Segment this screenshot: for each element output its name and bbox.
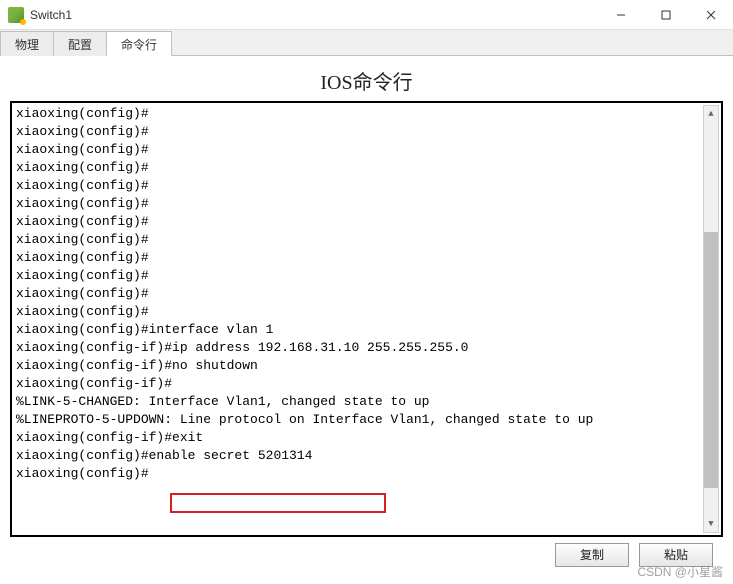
terminal-line: %LINK-5-CHANGED: Interface Vlan1, change… (16, 393, 717, 411)
content-area: IOS命令行 xiaoxing(config)#xiaoxing(config)… (0, 56, 733, 575)
tabs-row: 物理 配置 命令行 (0, 30, 733, 56)
terminal-line: xiaoxing(config)# (16, 177, 717, 195)
tab-config[interactable]: 配置 (53, 31, 107, 56)
terminal-line: xiaoxing(config)#enable secret 5201314 (16, 447, 717, 465)
terminal-title: IOS命令行 (10, 62, 723, 101)
scroll-thumb[interactable] (704, 232, 718, 488)
terminal-line: xiaoxing(config)# (16, 249, 717, 267)
minimize-button[interactable] (598, 0, 643, 30)
terminal-line: xiaoxing(config)# (16, 465, 717, 483)
terminal-line: xiaoxing(config)# (16, 159, 717, 177)
terminal-line: xiaoxing(config)# (16, 195, 717, 213)
terminal-line: xiaoxing(config-if)# (16, 375, 717, 393)
terminal-output[interactable]: xiaoxing(config)#xiaoxing(config)#xiaoxi… (12, 103, 721, 535)
terminal-line: xiaoxing(config)# (16, 105, 717, 123)
terminal-line: xiaoxing(config)#interface vlan 1 (16, 321, 717, 339)
terminal-line: xiaoxing(config)# (16, 303, 717, 321)
terminal-line: %LINEPROTO-5-UPDOWN: Line protocol on In… (16, 411, 717, 429)
terminal-line: xiaoxing(config-if)#ip address 192.168.3… (16, 339, 717, 357)
terminal-line: xiaoxing(config-if)#exit (16, 429, 717, 447)
terminal-line: xiaoxing(config)# (16, 123, 717, 141)
terminal-line: xiaoxing(config-if)#no shutdown (16, 357, 717, 375)
copy-button[interactable]: 复制 (555, 543, 629, 567)
scroll-down-button[interactable]: ▼ (704, 516, 718, 532)
window-title-bar: Switch1 (0, 0, 733, 30)
terminal-box: xiaoxing(config)#xiaoxing(config)#xiaoxi… (10, 101, 723, 537)
terminal-line: xiaoxing(config)# (16, 267, 717, 285)
terminal-line: xiaoxing(config)# (16, 213, 717, 231)
window-controls (598, 0, 733, 29)
watermark: CSDN @小星酱 (637, 563, 723, 580)
terminal-line: xiaoxing(config)# (16, 141, 717, 159)
scroll-up-button[interactable]: ▲ (704, 106, 718, 122)
close-button[interactable] (688, 0, 733, 30)
window-title: Switch1 (30, 8, 72, 22)
maximize-button[interactable] (643, 0, 688, 30)
tab-cli[interactable]: 命令行 (106, 31, 172, 56)
terminal-scrollbar[interactable]: ▲ ▼ (703, 105, 719, 533)
terminal-line: xiaoxing(config)# (16, 231, 717, 249)
bottom-button-row: 复制 粘贴 (10, 537, 723, 567)
terminal-line: xiaoxing(config)# (16, 285, 717, 303)
title-left: Switch1 (8, 7, 72, 23)
tab-physical[interactable]: 物理 (0, 31, 54, 56)
app-icon (8, 7, 24, 23)
